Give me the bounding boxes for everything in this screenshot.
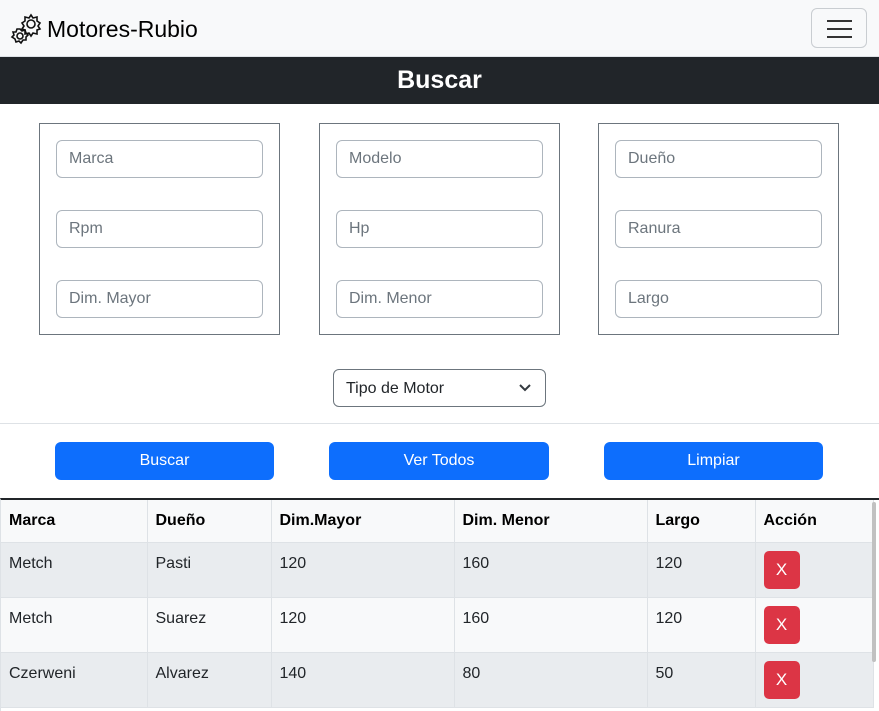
gears-icon xyxy=(10,13,42,45)
results-table: Marca Dueño Dim.Mayor Dim. Menor Largo A… xyxy=(1,500,874,708)
largo-input[interactable] xyxy=(615,280,822,318)
hamburger-menu-icon xyxy=(827,20,852,22)
delete-row-button[interactable]: X xyxy=(763,605,800,644)
modelo-input[interactable] xyxy=(336,140,543,178)
cell-dim-mayor: 120 xyxy=(271,542,455,598)
header-largo: Largo xyxy=(647,500,756,543)
cell-dim-menor: 160 xyxy=(454,597,648,653)
cell-accion: X xyxy=(755,597,874,653)
brand-title: Motores-Rubio xyxy=(47,15,198,42)
cell-dueno: Suarez xyxy=(147,597,272,653)
cell-largo: 120 xyxy=(647,542,756,598)
navbar: Motores-Rubio xyxy=(0,0,879,57)
dueno-input[interactable] xyxy=(615,140,822,178)
hamburger-menu-icon-bar xyxy=(827,36,852,38)
header-dim-mayor: Dim.Mayor xyxy=(271,500,455,543)
motor-type-select[interactable]: Tipo de Motor xyxy=(333,369,546,407)
motor-type-select-value: Tipo de Motor xyxy=(346,380,445,397)
header-dueno: Dueño xyxy=(147,500,272,543)
results-table-container[interactable]: Marca Dueño Dim.Mayor Dim. Menor Largo A… xyxy=(0,498,879,711)
clear-button[interactable]: Limpiar xyxy=(604,442,823,480)
brand-link[interactable]: Motores-Rubio xyxy=(10,12,198,46)
cell-dim-menor: 80 xyxy=(454,652,648,708)
cell-marca: Metch xyxy=(1,597,148,653)
search-group-3 xyxy=(598,123,839,335)
table-header-row: Marca Dueño Dim.Mayor Dim. Menor Largo A… xyxy=(1,500,874,543)
search-button[interactable]: Buscar xyxy=(55,442,274,480)
cell-largo: 120 xyxy=(647,597,756,653)
table-scrollbar[interactable] xyxy=(872,502,876,662)
table-row: Czerweni Alvarez 140 80 50 X xyxy=(1,652,874,708)
ranura-input[interactable] xyxy=(615,210,822,248)
cell-dueno: Alvarez xyxy=(147,652,272,708)
chevron-down-icon xyxy=(519,384,531,392)
cell-largo: 50 xyxy=(647,652,756,708)
rpm-input[interactable] xyxy=(56,210,263,248)
view-all-button[interactable]: Ver Todos xyxy=(329,442,549,480)
cell-dim-mayor: 140 xyxy=(271,652,455,708)
header-dim-menor: Dim. Menor xyxy=(454,500,648,543)
cell-dim-mayor: 120 xyxy=(271,597,455,653)
table-row: Metch Pasti 120 160 120 X xyxy=(1,542,874,598)
header-marca: Marca xyxy=(1,500,148,543)
hp-input[interactable] xyxy=(336,210,543,248)
delete-row-button[interactable]: X xyxy=(763,550,800,589)
hamburger-menu-icon-bar xyxy=(827,28,852,30)
search-title: Buscar xyxy=(0,57,879,104)
cell-accion: X xyxy=(755,542,874,598)
cell-marca: Czerweni xyxy=(1,652,148,708)
cell-dim-menor: 160 xyxy=(454,542,648,598)
navbar-toggler-button[interactable] xyxy=(811,8,867,48)
dim-menor-input[interactable] xyxy=(336,280,543,318)
header-accion: Acción xyxy=(755,500,874,543)
table-row: Metch Suarez 120 160 120 X xyxy=(1,597,874,653)
search-group-2 xyxy=(319,123,560,335)
cell-accion: X xyxy=(755,652,874,708)
cell-dueno: Pasti xyxy=(147,542,272,598)
cell-marca: Metch xyxy=(1,542,148,598)
search-group-1 xyxy=(39,123,280,335)
marca-input[interactable] xyxy=(56,140,263,178)
delete-row-button[interactable]: X xyxy=(763,660,800,699)
section-divider xyxy=(0,423,879,424)
dim-mayor-input[interactable] xyxy=(56,280,263,318)
